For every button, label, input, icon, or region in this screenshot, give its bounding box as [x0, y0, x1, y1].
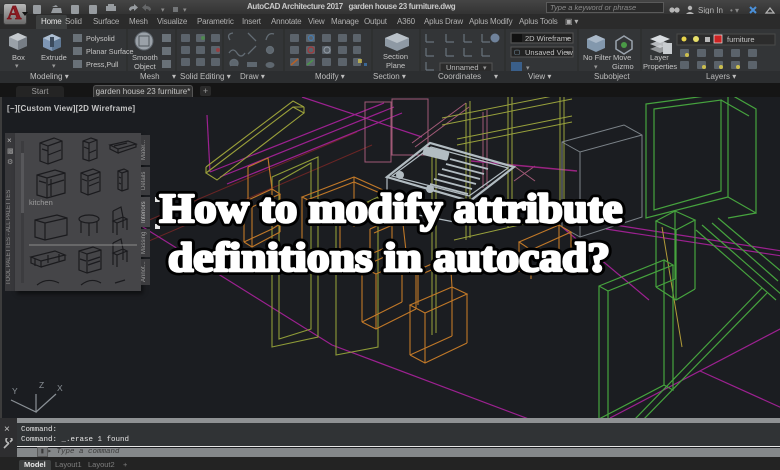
- svg-text:definitions in autocad?: definitions in autocad?: [168, 234, 610, 280]
- svg-text:How to modify attribute: How to modify attribute: [160, 185, 623, 231]
